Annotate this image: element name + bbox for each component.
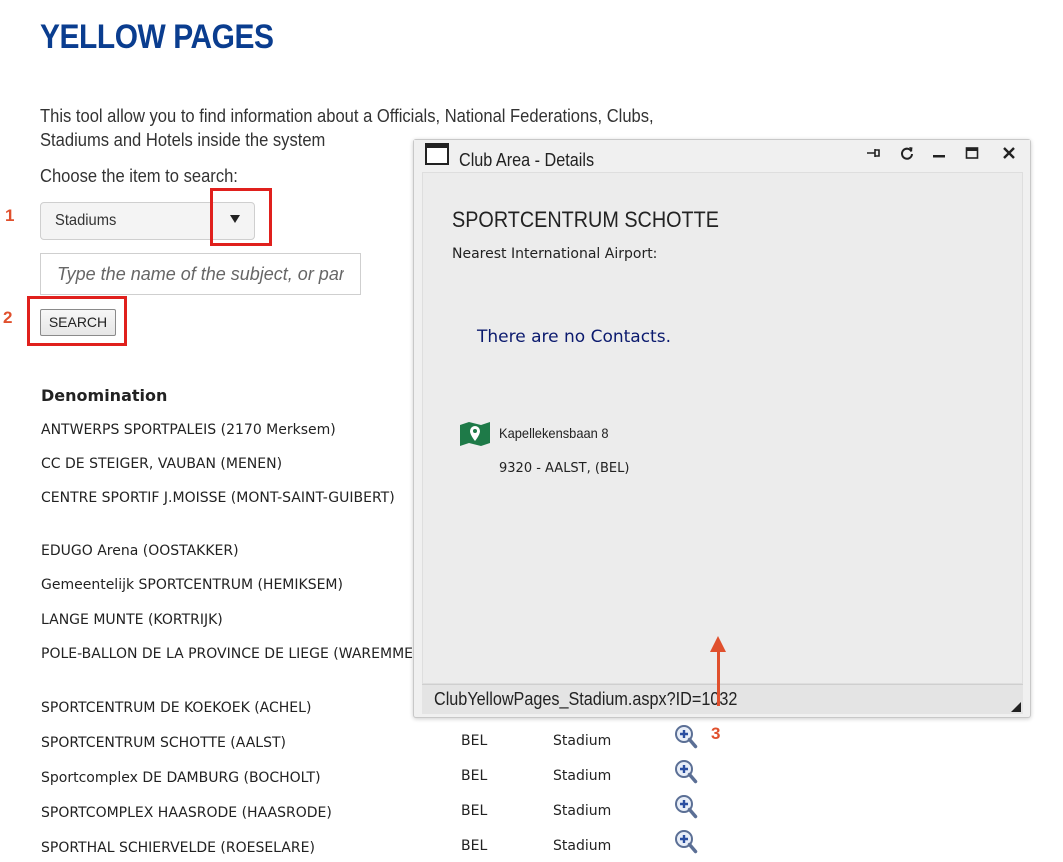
row-name[interactable]: EDUGO Arena (OOSTAKKER) <box>41 541 421 561</box>
row-type: Stadium <box>553 768 612 784</box>
window-icon <box>425 143 449 165</box>
row-country: BEL <box>461 838 488 854</box>
row-country: BEL <box>461 803 488 819</box>
annotation-arrow <box>717 648 720 706</box>
address-line-2: 9320 - AALST, (BEL) <box>499 461 630 476</box>
close-icon[interactable] <box>998 145 1020 167</box>
row-name[interactable]: POLE-BALLON DE LA PROVINCE DE LIEGE (WAR… <box>41 644 421 664</box>
row-country: BEL <box>461 733 488 749</box>
map-marker-icon[interactable] <box>459 421 491 447</box>
row-country: BEL <box>461 768 488 784</box>
row-name[interactable]: SPORTCENTRUM SCHOTTE (AALST) <box>41 733 421 753</box>
row-type: Stadium <box>553 803 612 819</box>
dialog-content: SPORTCENTRUM SCHOTTE Nearest Internation… <box>422 172 1023 684</box>
zoom-in-icon[interactable] <box>673 758 699 788</box>
row-name[interactable]: CENTRE SPORTIF J.MOISSE (MONT-SAINT-GUIB… <box>41 488 421 508</box>
reload-icon[interactable] <box>896 145 918 167</box>
annotation-box-2 <box>27 296 127 346</box>
row-name[interactable]: LANGE MUNTE (KORTRIJK) <box>41 610 421 630</box>
club-name: SPORTCENTRUM SCHOTTE <box>452 207 719 232</box>
address-line-1: Kapellekensbaan 8 <box>499 425 609 441</box>
row-name[interactable]: SPORTCENTRUM DE KOEKOEK (ACHEL) <box>41 698 421 718</box>
row-name[interactable]: Sportcomplex DE DAMBURG (BOCHOLT) <box>41 768 421 788</box>
dialog-status-bar: ClubYellowPages_Stadium.aspx?ID=1032 <box>422 684 1023 714</box>
annotation-arrow-head <box>710 636 726 652</box>
row-type: Stadium <box>553 838 612 854</box>
row-name[interactable]: SPORTCOMPLEX HAASRODE (HAASRODE) <box>41 803 421 823</box>
choose-item-label: Choose the item to search: <box>40 166 238 186</box>
page-title: YELLOW PAGES <box>40 18 274 56</box>
row-name[interactable]: ANTWERPS SPORTPALEIS (2170 Merksem) <box>41 420 421 440</box>
airport-label: Nearest International Airport: <box>452 246 658 262</box>
select-value: Stadiums <box>55 212 117 229</box>
minimize-icon[interactable] <box>928 145 950 167</box>
row-type: Stadium <box>553 733 612 749</box>
contacts-message: There are no Contacts. <box>477 327 671 347</box>
maximize-icon[interactable] <box>961 145 983 167</box>
zoom-in-icon[interactable] <box>673 828 699 858</box>
annotation-box-1 <box>210 188 272 246</box>
resize-grip-icon[interactable] <box>1011 702 1021 712</box>
zoom-in-icon[interactable] <box>673 723 699 753</box>
dialog-titlebar[interactable]: Club Area - Details <box>414 140 1030 172</box>
denomination-header: Denomination <box>41 386 168 405</box>
row-name[interactable]: CC DE STEIGER, VAUBAN (MENEN) <box>41 454 421 474</box>
pin-icon[interactable] <box>862 145 884 167</box>
annotation-number-2: 2 <box>3 308 13 327</box>
status-url: ClubYellowPages_Stadium.aspx?ID=1032 <box>434 689 738 709</box>
annotation-number-1: 1 <box>5 206 15 225</box>
search-input[interactable] <box>40 253 361 295</box>
row-name[interactable]: Gemeentelijk SPORTCENTRUM (HEMIKSEM) <box>41 575 421 595</box>
club-details-dialog: Club Area - Details SPORTCENTRUM SCHOTTE… <box>413 139 1031 718</box>
zoom-in-icon[interactable] <box>673 793 699 823</box>
row-name[interactable]: SPORTHAL SCHIERVELDE (ROESELARE) <box>41 838 421 858</box>
annotation-number-3: 3 <box>711 724 721 743</box>
dialog-title: Club Area - Details <box>459 150 595 170</box>
